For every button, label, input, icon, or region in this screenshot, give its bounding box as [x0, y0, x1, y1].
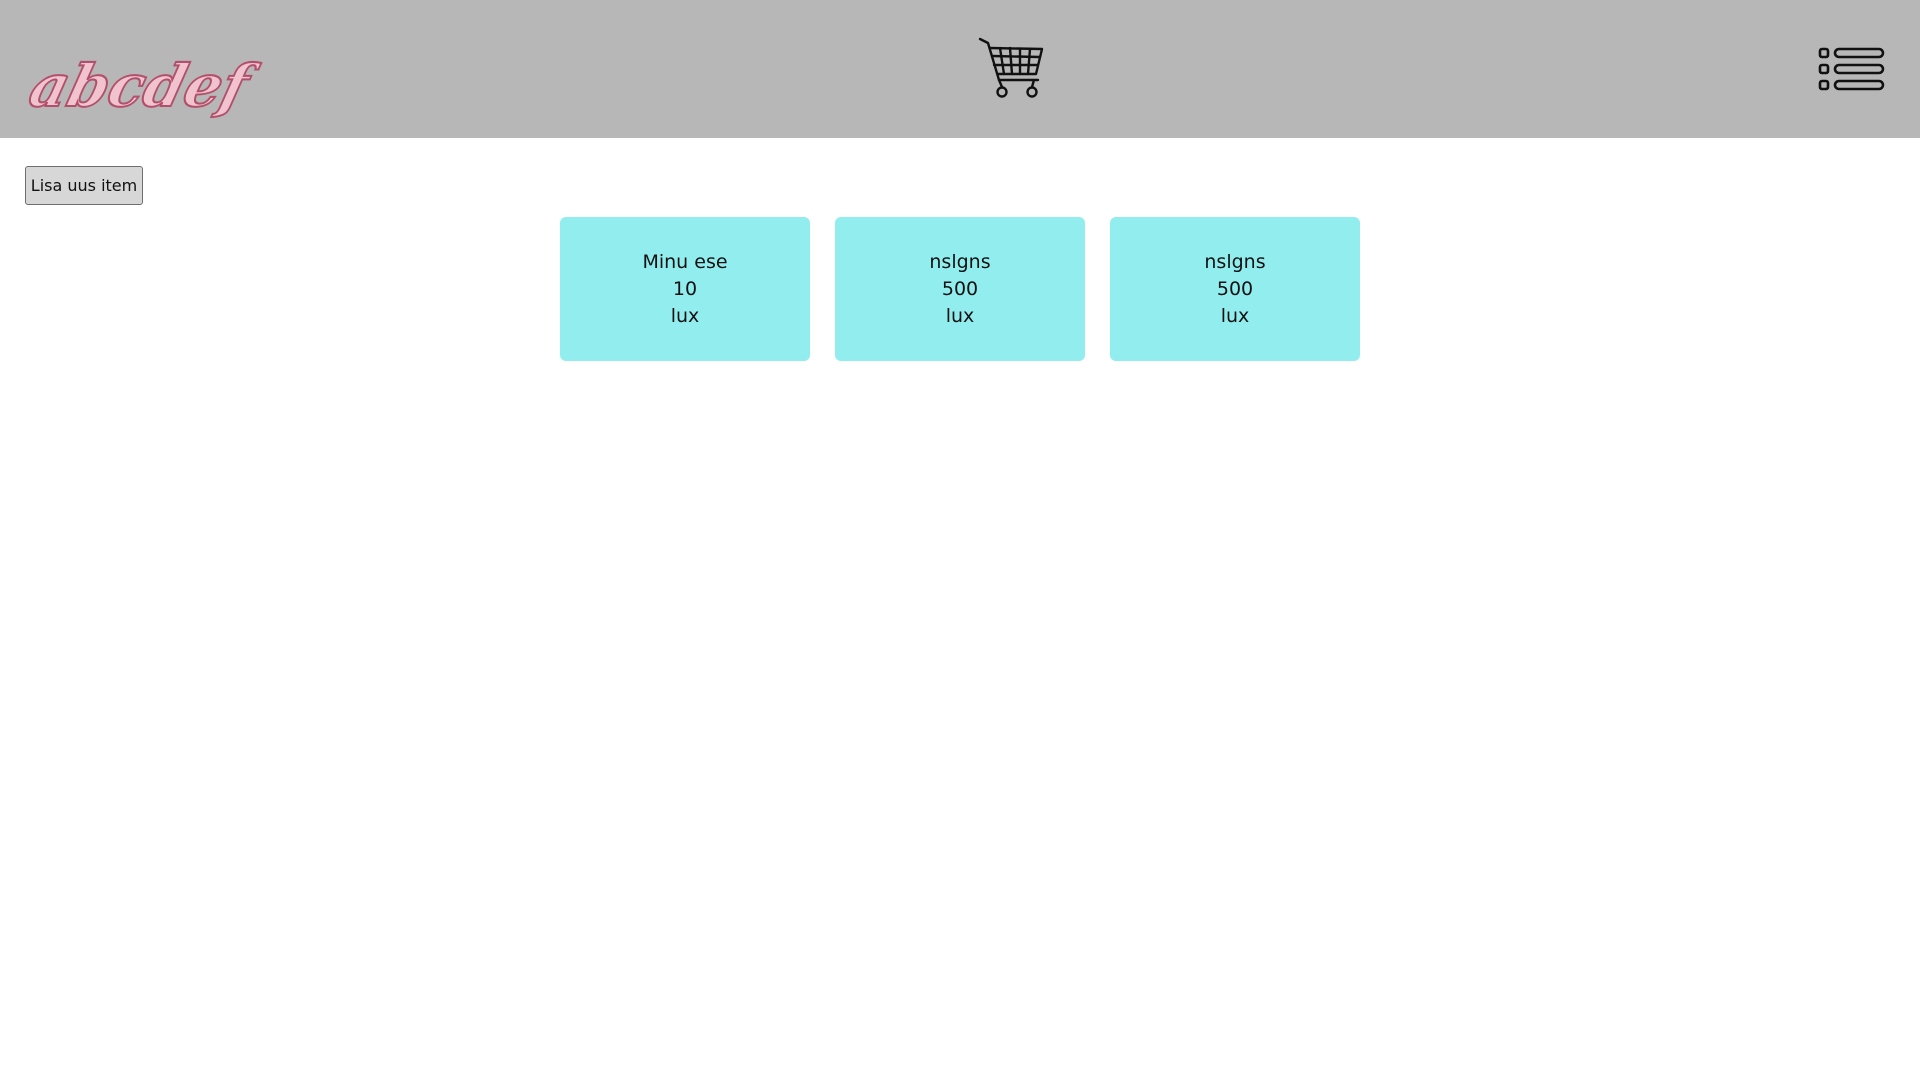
item-price: 500 — [941, 277, 979, 300]
item-name: nslgns — [1204, 250, 1266, 273]
logo-text: abcdef — [23, 52, 264, 120]
item-card[interactable]: Minu ese 10 lux — [560, 217, 810, 361]
item-name: nslgns — [929, 250, 991, 273]
item-name: Minu ese — [642, 250, 728, 273]
item-card-list: Minu ese 10 lux nslgns 500 lux nslgns 50… — [560, 217, 1360, 361]
item-unit: lux — [945, 304, 975, 327]
item-card[interactable]: nslgns 500 lux — [835, 217, 1085, 361]
item-unit: lux — [1220, 304, 1250, 327]
item-unit: lux — [670, 304, 700, 327]
header-bar: abcdef — [0, 0, 1920, 138]
item-card[interactable]: nslgns 500 lux — [1110, 217, 1360, 361]
add-new-item-button[interactable]: Lisa uus item — [25, 166, 143, 205]
item-price: 10 — [672, 277, 698, 300]
list-menu-icon[interactable] — [1818, 46, 1886, 92]
logo[interactable]: abcdef — [22, 44, 265, 134]
shopping-cart-icon[interactable] — [978, 36, 1046, 102]
item-price: 500 — [1216, 277, 1254, 300]
logo-graphic: abcdef — [22, 51, 265, 121]
